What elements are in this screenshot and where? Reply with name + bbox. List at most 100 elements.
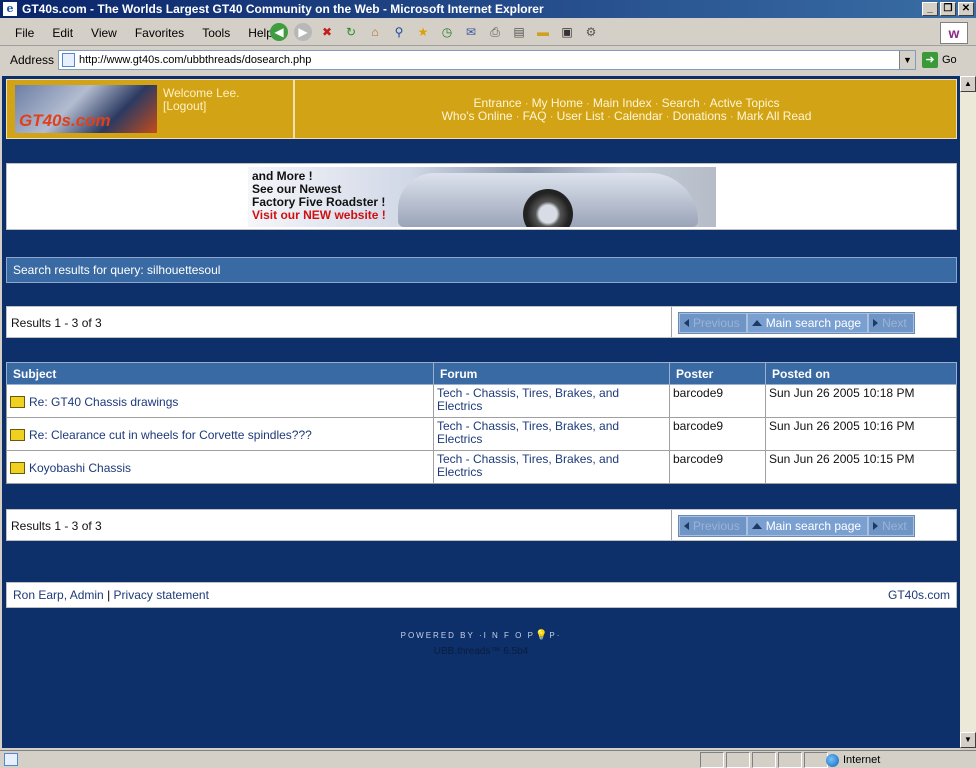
forum-link[interactable]: Tech - Chassis, Tires, Brakes, and Elect…: [437, 386, 619, 413]
results-count: Results 1 - 3 of 3: [11, 519, 102, 533]
back-icon[interactable]: ◀: [270, 23, 288, 41]
nav-separator: ·: [729, 109, 734, 123]
main-search-button[interactable]: Main search page: [746, 516, 869, 536]
go-arrow-icon: ➜: [922, 52, 938, 68]
forum-link[interactable]: Tech - Chassis, Tires, Brakes, and Elect…: [437, 452, 619, 479]
subject-link[interactable]: Koyobashi Chassis: [29, 461, 131, 475]
scroll-up-icon[interactable]: ▲: [960, 76, 976, 92]
favorites-icon[interactable]: ★: [414, 23, 432, 41]
next-button[interactable]: Next: [868, 516, 914, 536]
menu-file[interactable]: File: [6, 24, 43, 42]
menu-tools[interactable]: Tools: [193, 24, 239, 42]
footer-divider: |: [107, 588, 111, 602]
subject-cell: Re: GT40 Chassis drawings: [6, 384, 434, 418]
pager-buttons: Previous Main search page Next: [678, 312, 915, 334]
header-nav: Entrance · My Home · Main Index · Search · Activ…: [295, 97, 958, 123]
main-search-label: Main search page: [765, 519, 862, 533]
forum-link[interactable]: Tech - Chassis, Tires, Brakes, and Elect…: [437, 419, 619, 446]
nav-main-index[interactable]: Main Index: [593, 96, 652, 110]
next-button[interactable]: Next: [868, 313, 914, 333]
previous-label: Previous: [693, 519, 740, 533]
powered-by-text: POWERED BY: [400, 631, 475, 640]
address-dropdown-icon[interactable]: ▼: [899, 51, 915, 69]
previous-button[interactable]: Previous: [679, 313, 747, 333]
nav-user-list[interactable]: User List: [557, 109, 604, 123]
discuss-icon[interactable]: ▬: [534, 23, 552, 41]
header-posted-on: Posted on: [765, 362, 957, 385]
nav-mark-all-read[interactable]: Mark All Read: [737, 109, 812, 123]
table-header-row: Subject Forum Poster Posted on: [6, 362, 957, 385]
results-summary-bottom: Results 1 - 3 of 3 Previous Main search …: [6, 509, 957, 541]
nav-entrance[interactable]: Entrance: [474, 96, 522, 110]
infopop-brand-b: P·: [549, 631, 562, 640]
media-icon[interactable]: ▣: [558, 23, 576, 41]
table-row: Re: Clearance cut in wheels for Corvette…: [6, 417, 957, 451]
subject-link[interactable]: Re: Clearance cut in wheels for Corvette…: [29, 428, 312, 442]
nav-donations[interactable]: Donations: [673, 109, 727, 123]
minimize-button[interactable]: _: [922, 2, 938, 16]
previous-button[interactable]: Previous: [679, 516, 747, 536]
status-pane: [804, 752, 828, 768]
page-viewport: GT40s.com Welcome Lee. [Logout] Entrance…: [2, 76, 960, 748]
history-icon[interactable]: ◷: [438, 23, 456, 41]
page-icon: [62, 53, 75, 67]
site-header: GT40s.com Welcome Lee. [Logout] Entrance…: [6, 79, 957, 139]
search-icon[interactable]: ⚲: [390, 23, 408, 41]
forum-cell: Tech - Chassis, Tires, Brakes, and Elect…: [433, 417, 670, 451]
banner-ad[interactable]: and More ! See our Newest Factory Five R…: [248, 167, 716, 227]
restore-button[interactable]: ❐: [940, 2, 956, 16]
nav-active-topics[interactable]: Active Topics: [710, 96, 780, 110]
powered-by[interactable]: POWERED BY ·I N F O P💡P·: [2, 630, 960, 641]
nav-separator: ·: [654, 96, 659, 110]
mail-icon[interactable]: ✉: [462, 23, 480, 41]
nav-search[interactable]: Search: [662, 96, 700, 110]
menu-view[interactable]: View: [82, 24, 126, 42]
nav-faq[interactable]: FAQ: [523, 109, 547, 123]
subject-link[interactable]: Re: GT40 Chassis drawings: [29, 395, 178, 409]
forum-cell: Tech - Chassis, Tires, Brakes, and Elect…: [433, 450, 670, 484]
banner-line-4: Visit our NEW website !: [252, 208, 386, 222]
refresh-icon[interactable]: ↻: [342, 23, 360, 41]
forward-icon[interactable]: ▶: [294, 23, 312, 41]
logout-link[interactable]: [Logout]: [163, 100, 239, 113]
go-button[interactable]: ➜ Go: [922, 52, 957, 68]
nav-separator: ·: [585, 96, 590, 110]
status-pane: [700, 752, 724, 768]
vertical-scrollbar[interactable]: ▲ ▼: [960, 76, 976, 748]
menu-edit[interactable]: Edit: [43, 24, 82, 42]
window-titlebar: e GT40s.com - The Worlds Largest GT40 Co…: [0, 0, 976, 18]
privacy-link[interactable]: Privacy statement: [114, 588, 209, 602]
address-url: http://www.gt40s.com/ubbthreads/dosearch…: [79, 54, 312, 66]
standard-toolbar: ◀ ▶ ✖ ↻ ⌂ ⚲ ★ ◷ ✉ ⎙ ▤ ▬ ▣ ⚙: [270, 23, 600, 41]
nav-my-home[interactable]: My Home: [532, 96, 583, 110]
header-forum: Forum: [433, 362, 670, 385]
site-logo[interactable]: GT40s.com: [15, 85, 157, 133]
header-subject: Subject: [6, 362, 434, 385]
close-button[interactable]: ✕: [958, 2, 974, 16]
site-footer: Ron Earp, Admin | Privacy statement GT40…: [6, 582, 957, 608]
menu-favorites[interactable]: Favorites: [126, 24, 193, 42]
globe-icon: [826, 753, 839, 767]
banner-text: and More ! See our Newest Factory Five R…: [252, 170, 386, 222]
scroll-down-icon[interactable]: ▼: [960, 732, 976, 748]
status-panes: [700, 752, 830, 768]
nav-row-2: Who's Online · FAQ · User List · Calendar · Dona…: [295, 110, 958, 123]
nav-whos-online[interactable]: Who's Online: [442, 109, 513, 123]
stop-icon[interactable]: ✖: [318, 23, 336, 41]
home-icon[interactable]: ⌂: [366, 23, 384, 41]
site-home-link[interactable]: GT40s.com: [888, 583, 950, 607]
admin-link[interactable]: Ron Earp, Admin: [13, 588, 104, 602]
edit-icon[interactable]: ▤: [510, 23, 528, 41]
next-label: Next: [882, 519, 907, 533]
left-arrow-icon: [684, 319, 689, 327]
print-icon[interactable]: ⎙: [486, 23, 504, 41]
previous-label: Previous: [693, 316, 740, 330]
lightbulb-icon: 💡: [534, 630, 550, 641]
menu-toolbar-row: File Edit View Favorites Tools Help ◀ ▶ …: [0, 20, 976, 46]
address-label: Address: [10, 53, 55, 67]
research-icon[interactable]: ⚙: [582, 23, 600, 41]
address-input[interactable]: http://www.gt40s.com/ubbthreads/dosearch…: [58, 50, 916, 70]
main-search-button[interactable]: Main search page: [746, 313, 869, 333]
nav-calendar[interactable]: Calendar: [614, 109, 663, 123]
poster-cell: barcode9: [669, 450, 766, 484]
